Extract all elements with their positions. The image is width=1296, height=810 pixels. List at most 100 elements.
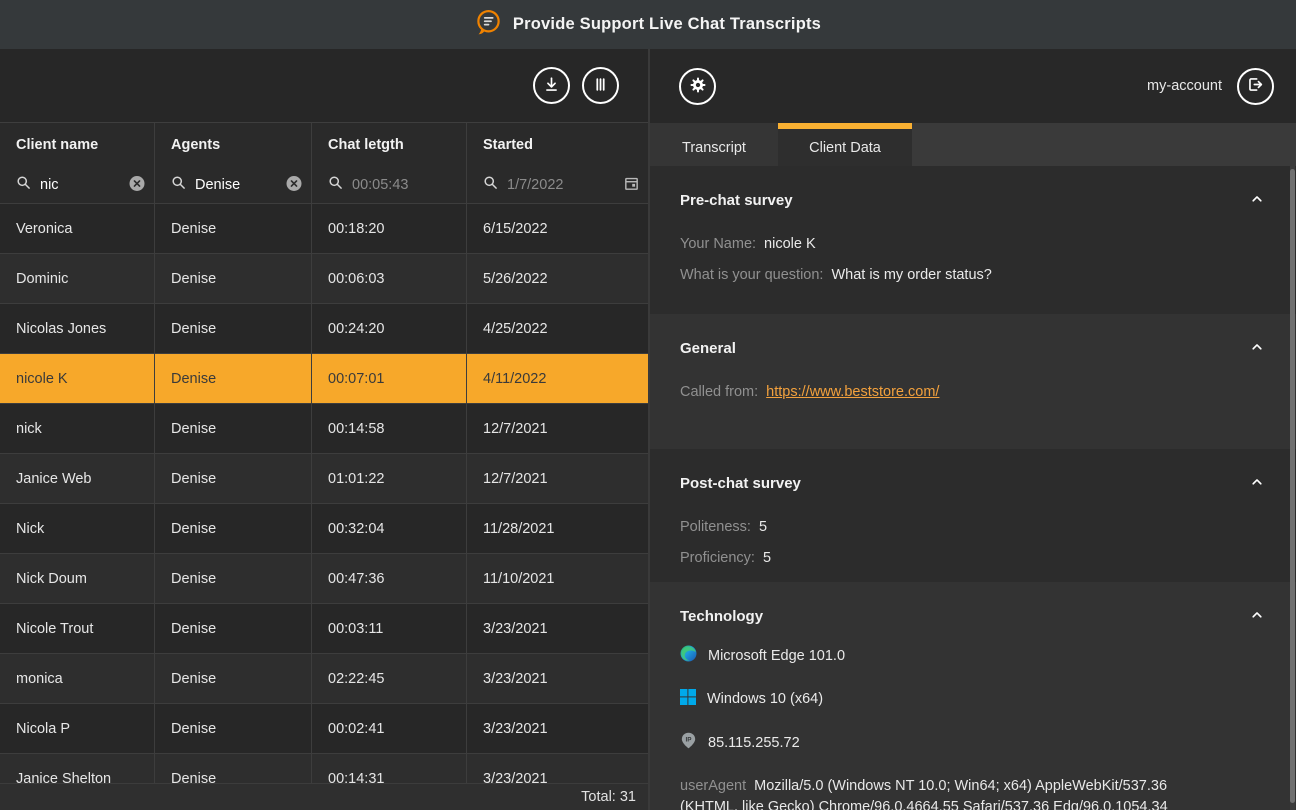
tech-item-os: Windows 10 (x64) — [680, 689, 1266, 709]
table-header-row: Client name Agents Chat letgth Started — [0, 123, 648, 167]
cell-started: 11/10/2021 — [467, 554, 648, 603]
clear-icon — [128, 175, 146, 196]
cell-started: 3/23/2021 — [467, 704, 648, 753]
tab-transcript[interactable]: Transcript — [650, 123, 778, 166]
table-row[interactable]: Nicolas Jones Denise 00:24:20 4/25/2022 — [0, 304, 648, 354]
cell-agent: Denise — [155, 704, 312, 753]
called-from-link[interactable]: https://www.beststore.com/ — [766, 384, 939, 400]
collapse-pre-chat-button[interactable] — [1248, 190, 1266, 211]
collapse-technology-button[interactable] — [1248, 606, 1266, 627]
cell-client-name: Janice Web — [0, 454, 155, 503]
clear-icon — [285, 175, 303, 196]
tab-client-data[interactable]: Client Data — [778, 123, 912, 166]
agents-filter[interactable]: Denise — [155, 167, 312, 203]
cell-agent: Denise — [155, 354, 312, 403]
client-name-filter-input[interactable]: nic — [40, 177, 59, 193]
field-user-agent: userAgentMozilla/5.0 (Windows NT 10.0; W… — [680, 776, 1202, 810]
search-icon — [171, 175, 186, 195]
field-proficiency: Proficiency:5 — [680, 543, 1266, 574]
date-picker-button[interactable] — [623, 175, 640, 195]
chat-length-filter-input[interactable]: 00:05:43 — [352, 177, 408, 193]
cell-chat-length: 00:18:20 — [312, 204, 467, 253]
field-politeness: Politeness:5 — [680, 512, 1266, 543]
agents-filter-input[interactable]: Denise — [195, 177, 240, 193]
app-root: Provide Support Live Chat Transcripts — [0, 0, 1296, 810]
collapse-post-chat-button[interactable] — [1248, 473, 1266, 494]
transcripts-toolbar — [0, 49, 648, 123]
clear-client-filter-button[interactable] — [128, 175, 146, 196]
chevron-up-icon — [1250, 340, 1264, 357]
columns-button[interactable] — [582, 67, 619, 104]
column-header-client-name[interactable]: Client name — [0, 123, 155, 167]
cell-client-name: Nick — [0, 504, 155, 553]
provide-support-logo-icon — [475, 9, 502, 41]
clear-agents-filter-button[interactable] — [285, 175, 303, 196]
cell-agent: Denise — [155, 204, 312, 253]
table-row[interactable]: Nick Doum Denise 00:47:36 11/10/2021 — [0, 554, 648, 604]
field-called-from: Called from:https://www.beststore.com/ — [680, 377, 1266, 408]
cell-client-name: nicole K — [0, 354, 155, 403]
cell-agent: Denise — [155, 504, 312, 553]
tech-item-ip: IP 85.115.255.72 — [680, 732, 1266, 753]
cell-client-name: Nick Doum — [0, 554, 155, 603]
table-row[interactable]: nicole K Denise 00:07:01 4/11/2022 — [0, 354, 648, 404]
table-footer: Total: 31 — [0, 783, 648, 810]
chevron-up-icon — [1250, 192, 1264, 209]
account-name: my-account — [1147, 78, 1222, 94]
client-name-filter[interactable]: nic — [0, 167, 155, 203]
cell-agent: Denise — [155, 304, 312, 353]
column-header-agents[interactable]: Agents — [155, 123, 312, 167]
cell-chat-length: 01:01:22 — [312, 454, 467, 503]
table-filter-row: nic Denise — [0, 167, 648, 204]
table-row[interactable]: Nicola P Denise 00:02:41 3/23/2021 — [0, 704, 648, 754]
cell-chat-length: 00:47:36 — [312, 554, 467, 603]
chat-length-filter[interactable]: 00:05:43 — [312, 167, 467, 203]
tech-item-browser: Microsoft Edge 101.0 — [680, 645, 1266, 666]
settings-button[interactable] — [679, 68, 716, 105]
table-row[interactable]: Janice Web Denise 01:01:22 12/7/2021 — [0, 454, 648, 504]
collapse-general-button[interactable] — [1248, 338, 1266, 359]
cell-client-name: Veronica — [0, 204, 155, 253]
table-row[interactable]: Nick Denise 00:32:04 11/28/2021 — [0, 504, 648, 554]
section-title: Pre-chat survey — [680, 192, 793, 209]
table-row[interactable]: nick Denise 00:14:58 12/7/2021 — [0, 404, 648, 454]
section-title: Technology — [680, 608, 763, 625]
cell-chat-length: 00:07:01 — [312, 354, 467, 403]
search-icon — [328, 175, 343, 195]
logout-icon — [1246, 75, 1265, 97]
table-row[interactable]: Nicole Trout Denise 00:03:11 3/23/2021 — [0, 604, 648, 654]
logout-button[interactable] — [1237, 68, 1274, 105]
app-title: Provide Support Live Chat Transcripts — [513, 15, 821, 34]
download-button[interactable] — [533, 67, 570, 104]
table-row[interactable]: Veronica Denise 00:18:20 6/15/2022 — [0, 204, 648, 254]
cell-chat-length: 02:22:45 — [312, 654, 467, 703]
client-data-panel: my-account Transcript Client Data — [650, 49, 1296, 810]
client-data-toolbar: my-account — [650, 49, 1296, 123]
table-row[interactable]: Dominic Denise 00:06:03 5/26/2022 — [0, 254, 648, 304]
section-general: General Called from:https://www.beststor… — [650, 314, 1296, 449]
cell-client-name: Nicole Trout — [0, 604, 155, 653]
cell-client-name: Dominic — [0, 254, 155, 303]
calendar-icon — [623, 175, 640, 195]
svg-text:IP: IP — [685, 737, 692, 744]
cell-started: 3/23/2021 — [467, 654, 648, 703]
started-filter-input[interactable]: 1/7/2022 — [507, 177, 563, 193]
cell-started: 3/23/2021 — [467, 604, 648, 653]
search-icon — [16, 175, 31, 195]
ip-address-icon: IP — [680, 732, 697, 753]
cell-agent: Denise — [155, 654, 312, 703]
column-header-started[interactable]: Started — [467, 123, 648, 167]
scrollbar-thumb[interactable] — [1290, 169, 1295, 803]
cell-agent: Denise — [155, 454, 312, 503]
column-header-chat-length[interactable]: Chat letgth — [312, 123, 467, 167]
total-count: Total: 31 — [581, 789, 636, 805]
edge-browser-icon — [680, 645, 697, 666]
client-data-content: Pre-chat survey Your Name:nicole K What … — [650, 166, 1296, 810]
table-row[interactable]: monica Denise 02:22:45 3/23/2021 — [0, 654, 648, 704]
vertical-scrollbar[interactable] — [1290, 166, 1295, 810]
cell-started: 6/15/2022 — [467, 204, 648, 253]
cell-agent: Denise — [155, 254, 312, 303]
started-filter[interactable]: 1/7/2022 — [467, 167, 648, 203]
table-rows: Veronica Denise 00:18:20 6/15/2022 Domin… — [0, 204, 648, 810]
cell-started: 11/28/2021 — [467, 504, 648, 553]
